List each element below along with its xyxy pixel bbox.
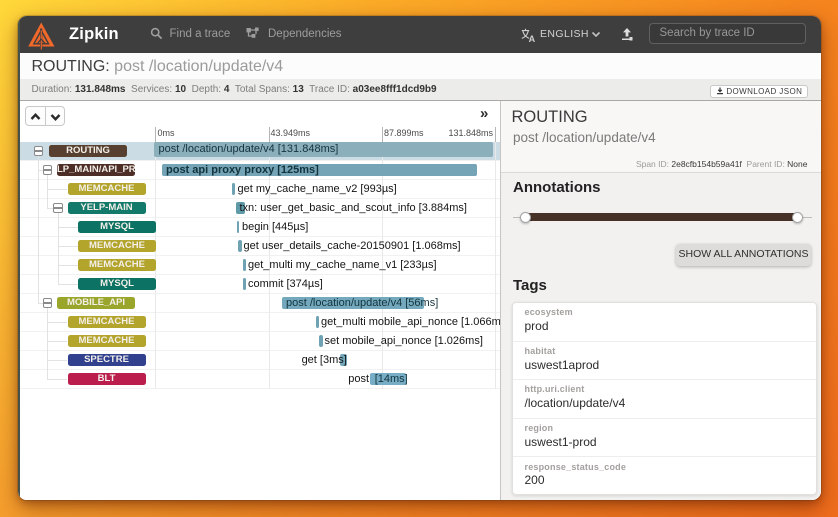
svg-text:A: A (529, 33, 536, 41)
